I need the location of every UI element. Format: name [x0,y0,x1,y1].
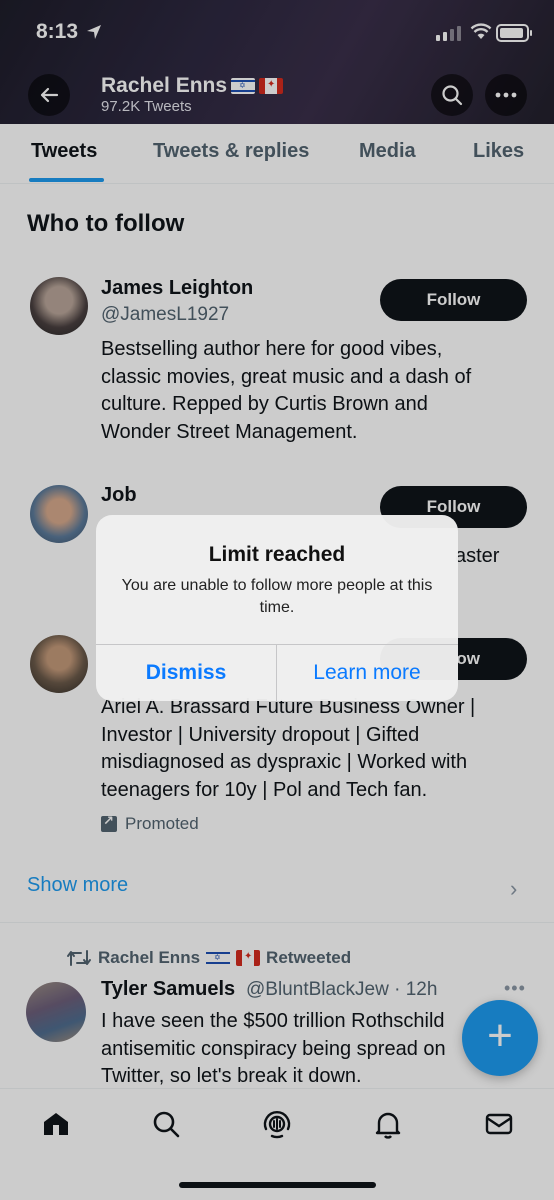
learn-more-button[interactable]: Learn more [277,645,457,701]
alert-message: You are unable to follow more people at … [121,577,433,616]
limit-alert-dialog: Limit reached You are unable to follow m… [96,515,458,701]
dismiss-button[interactable]: Dismiss [96,645,276,701]
alert-title: Limit reached [208,543,346,566]
